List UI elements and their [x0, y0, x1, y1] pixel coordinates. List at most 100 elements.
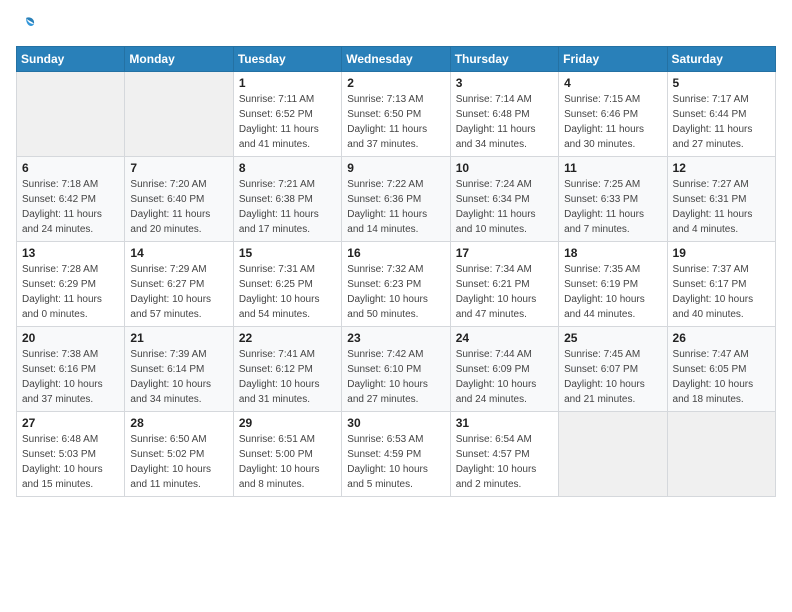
- logo-bird-icon: [16, 16, 36, 34]
- calendar-cell: 3Sunrise: 7:14 AMSunset: 6:48 PMDaylight…: [450, 72, 558, 157]
- calendar-cell: 2 Sunrise: 7:13 AMSunset: 6:50 PMDaylight…: [342, 72, 450, 157]
- calendar-cell: 29 Sunrise: 6:51 AMSunset: 5:00 PMDayligh…: [233, 412, 341, 497]
- calendar-cell: 1 Sunrise: 7:11 AMSunset: 6:52 PMDaylight…: [233, 72, 341, 157]
- day-info: Sunrise: 7:37 AMSunset: 6:17 PMDaylight:…: [673, 262, 770, 322]
- calendar-week-3: 13Sunrise: 7:28 AMSunset: 6:29 PMDayligh…: [17, 242, 776, 327]
- day-number: 5: [673, 76, 770, 90]
- day-number: 14: [130, 246, 227, 260]
- day-number: 21: [130, 331, 227, 345]
- weekday-header-wednesday: Wednesday: [342, 47, 450, 72]
- calendar-cell: 8Sunrise: 7:21 AMSunset: 6:38 PMDaylight…: [233, 157, 341, 242]
- calendar-week-1: 1 Sunrise: 7:11 AMSunset: 6:52 PMDaylight…: [17, 72, 776, 157]
- day-number: 11: [564, 161, 661, 175]
- day-number: 26: [673, 331, 770, 345]
- day-info: Sunrise: 6:53 AMSunset: 4:59 PMDaylight:…: [347, 432, 444, 492]
- day-info: Sunrise: 7:25 AMSunset: 6:33 PMDaylight:…: [564, 177, 661, 237]
- calendar-cell: 26 Sunrise: 7:47 AMSunset: 6:05 PMDayligh…: [667, 327, 775, 412]
- day-info: Sunrise: 7:17 AMSunset: 6:44 PMDaylight:…: [673, 92, 770, 152]
- day-info: Sunrise: 7:31 AMSunset: 6:25 PMDaylight:…: [239, 262, 336, 322]
- calendar-table: SundayMondayTuesdayWednesdayThursdayFrid…: [16, 46, 776, 497]
- calendar-cell: [125, 72, 233, 157]
- day-info: Sunrise: 7:38 AMSunset: 6:16 PMDaylight:…: [22, 347, 119, 407]
- calendar-cell: 23 Sunrise: 7:42 AMSunset: 6:10 PMDayligh…: [342, 327, 450, 412]
- day-info: Sunrise: 7:13 AMSunset: 6:50 PMDaylight:…: [347, 92, 444, 152]
- day-number: 20: [22, 331, 119, 345]
- calendar-cell: [667, 412, 775, 497]
- calendar-cell: 10 Sunrise: 7:24 AMSunset: 6:34 PMDayligh…: [450, 157, 558, 242]
- day-info: Sunrise: 7:15 AMSunset: 6:46 PMDaylight:…: [564, 92, 661, 152]
- calendar-week-4: 20 Sunrise: 7:38 AMSunset: 6:16 PMDayligh…: [17, 327, 776, 412]
- day-info: Sunrise: 7:18 AMSunset: 6:42 PMDaylight:…: [22, 177, 119, 237]
- day-info: Sunrise: 7:34 AMSunset: 6:21 PMDaylight:…: [456, 262, 553, 322]
- calendar-cell: 27Sunrise: 6:48 AMSunset: 5:03 PMDayligh…: [17, 412, 125, 497]
- day-number: 23: [347, 331, 444, 345]
- day-number: 12: [673, 161, 770, 175]
- day-number: 28: [130, 416, 227, 430]
- day-number: 15: [239, 246, 336, 260]
- day-info: Sunrise: 6:48 AMSunset: 5:03 PMDaylight:…: [22, 432, 119, 492]
- day-number: 30: [347, 416, 444, 430]
- day-number: 18: [564, 246, 661, 260]
- day-info: Sunrise: 7:41 AMSunset: 6:12 PMDaylight:…: [239, 347, 336, 407]
- day-number: 9: [347, 161, 444, 175]
- weekday-header-sunday: Sunday: [17, 47, 125, 72]
- weekday-header-monday: Monday: [125, 47, 233, 72]
- weekday-header-tuesday: Tuesday: [233, 47, 341, 72]
- calendar-header: SundayMondayTuesdayWednesdayThursdayFrid…: [17, 47, 776, 72]
- day-number: 7: [130, 161, 227, 175]
- day-number: 2: [347, 76, 444, 90]
- day-info: Sunrise: 7:28 AMSunset: 6:29 PMDaylight:…: [22, 262, 119, 322]
- calendar-week-2: 6 Sunrise: 7:18 AMSunset: 6:42 PMDaylight…: [17, 157, 776, 242]
- calendar-cell: 15 Sunrise: 7:31 AMSunset: 6:25 PMDayligh…: [233, 242, 341, 327]
- day-info: Sunrise: 6:54 AMSunset: 4:57 PMDaylight:…: [456, 432, 553, 492]
- calendar-cell: 14Sunrise: 7:29 AMSunset: 6:27 PMDayligh…: [125, 242, 233, 327]
- calendar-cell: 9 Sunrise: 7:22 AMSunset: 6:36 PMDaylight…: [342, 157, 450, 242]
- calendar-cell: [17, 72, 125, 157]
- weekday-header-thursday: Thursday: [450, 47, 558, 72]
- day-number: 17: [456, 246, 553, 260]
- logo-full: [16, 16, 36, 34]
- day-number: 10: [456, 161, 553, 175]
- day-number: 29: [239, 416, 336, 430]
- calendar-cell: 4 Sunrise: 7:15 AMSunset: 6:46 PMDaylight…: [559, 72, 667, 157]
- calendar-cell: 31 Sunrise: 6:54 AMSunset: 4:57 PMDayligh…: [450, 412, 558, 497]
- day-info: Sunrise: 7:42 AMSunset: 6:10 PMDaylight:…: [347, 347, 444, 407]
- calendar-cell: 19Sunrise: 7:37 AMSunset: 6:17 PMDayligh…: [667, 242, 775, 327]
- calendar-body: 1 Sunrise: 7:11 AMSunset: 6:52 PMDaylight…: [17, 72, 776, 497]
- day-number: 3: [456, 76, 553, 90]
- calendar-cell: 24Sunrise: 7:44 AMSunset: 6:09 PMDayligh…: [450, 327, 558, 412]
- calendar-cell: 12 Sunrise: 7:27 AMSunset: 6:31 PMDayligh…: [667, 157, 775, 242]
- page-header: General Blue: [16, 16, 776, 34]
- day-info: Sunrise: 6:51 AMSunset: 5:00 PMDaylight:…: [239, 432, 336, 492]
- day-info: Sunrise: 7:20 AMSunset: 6:40 PMDaylight:…: [130, 177, 227, 237]
- day-info: Sunrise: 7:11 AMSunset: 6:52 PMDaylight:…: [239, 92, 336, 152]
- day-number: 31: [456, 416, 553, 430]
- day-info: Sunrise: 6:50 AMSunset: 5:02 PMDaylight:…: [130, 432, 227, 492]
- day-info: Sunrise: 7:24 AMSunset: 6:34 PMDaylight:…: [456, 177, 553, 237]
- day-number: 1: [239, 76, 336, 90]
- day-info: Sunrise: 7:22 AMSunset: 6:36 PMDaylight:…: [347, 177, 444, 237]
- day-info: Sunrise: 7:39 AMSunset: 6:14 PMDaylight:…: [130, 347, 227, 407]
- calendar-cell: 20 Sunrise: 7:38 AMSunset: 6:16 PMDayligh…: [17, 327, 125, 412]
- day-info: Sunrise: 7:45 AMSunset: 6:07 PMDaylight:…: [564, 347, 661, 407]
- calendar-cell: 11 Sunrise: 7:25 AMSunset: 6:33 PMDayligh…: [559, 157, 667, 242]
- day-number: 16: [347, 246, 444, 260]
- calendar-cell: 17 Sunrise: 7:34 AMSunset: 6:21 PMDayligh…: [450, 242, 558, 327]
- day-number: 25: [564, 331, 661, 345]
- day-info: Sunrise: 7:47 AMSunset: 6:05 PMDaylight:…: [673, 347, 770, 407]
- calendar-cell: 16 Sunrise: 7:32 AMSunset: 6:23 PMDayligh…: [342, 242, 450, 327]
- day-info: Sunrise: 7:35 AMSunset: 6:19 PMDaylight:…: [564, 262, 661, 322]
- day-number: 4: [564, 76, 661, 90]
- weekday-header-saturday: Saturday: [667, 47, 775, 72]
- day-info: Sunrise: 7:44 AMSunset: 6:09 PMDaylight:…: [456, 347, 553, 407]
- calendar-cell: 25 Sunrise: 7:45 AMSunset: 6:07 PMDayligh…: [559, 327, 667, 412]
- calendar-cell: 6 Sunrise: 7:18 AMSunset: 6:42 PMDaylight…: [17, 157, 125, 242]
- day-number: 22: [239, 331, 336, 345]
- calendar-cell: 7 Sunrise: 7:20 AMSunset: 6:40 PMDaylight…: [125, 157, 233, 242]
- day-info: Sunrise: 7:27 AMSunset: 6:31 PMDaylight:…: [673, 177, 770, 237]
- calendar-cell: 13Sunrise: 7:28 AMSunset: 6:29 PMDayligh…: [17, 242, 125, 327]
- calendar-cell: 5 Sunrise: 7:17 AMSunset: 6:44 PMDaylight…: [667, 72, 775, 157]
- day-info: Sunrise: 7:32 AMSunset: 6:23 PMDaylight:…: [347, 262, 444, 322]
- day-number: 6: [22, 161, 119, 175]
- calendar-cell: 18 Sunrise: 7:35 AMSunset: 6:19 PMDayligh…: [559, 242, 667, 327]
